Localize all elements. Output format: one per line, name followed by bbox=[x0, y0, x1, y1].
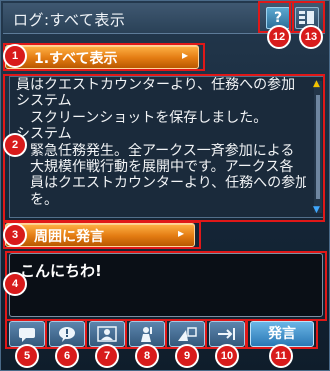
callout-marker: 9 bbox=[175, 344, 199, 368]
callout-marker: 7 bbox=[95, 344, 119, 368]
window-title: ログ:すべて表示 bbox=[13, 11, 126, 29]
callout-marker: 4 bbox=[3, 272, 27, 296]
callout-marker: 11 bbox=[269, 344, 293, 368]
callout-marker: 10 bbox=[215, 344, 239, 368]
callout-marker: 12 bbox=[267, 25, 291, 49]
callout-marker: 5 bbox=[15, 344, 39, 368]
callout-marker: 1 bbox=[3, 44, 27, 68]
callout-marker: 3 bbox=[3, 223, 27, 247]
callout-marker: 8 bbox=[135, 344, 159, 368]
callout-frame bbox=[3, 221, 201, 249]
callout-frame bbox=[3, 74, 325, 222]
callout-marker: 6 bbox=[55, 344, 79, 368]
callout-frame bbox=[3, 43, 205, 71]
callout-marker: 2 bbox=[3, 133, 27, 157]
log-window: ログ:すべて表示 ? 1.すべて表示 ▸ 員はクエストカウンターより、任務への参… bbox=[0, 0, 330, 371]
callout-marker: 13 bbox=[299, 25, 323, 49]
callout-frame bbox=[5, 251, 327, 321]
